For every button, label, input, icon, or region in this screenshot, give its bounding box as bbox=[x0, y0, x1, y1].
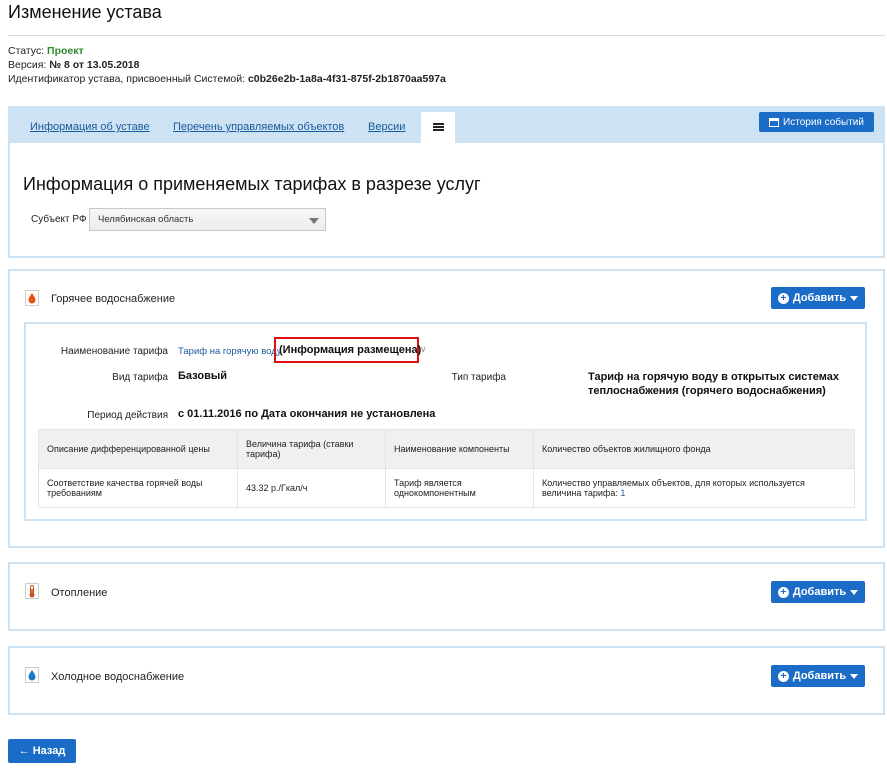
service-label-hot-water: Горячее водоснабжение bbox=[51, 293, 176, 305]
service-label-cold-water: Холодное водоснабжение bbox=[51, 671, 185, 683]
identifier-value: c0b26e2b-1a8a-4f31-875f-2b1870aa597a bbox=[247, 73, 446, 85]
tariff-type-label: Тип тарифа bbox=[451, 372, 506, 383]
back-label: Назад bbox=[32, 745, 66, 757]
arrow-left-icon: ← bbox=[18, 745, 30, 757]
tab-tariffs[interactable] bbox=[421, 111, 455, 145]
tariff-period-label: Период действия bbox=[87, 410, 168, 421]
chevron-down-icon bbox=[309, 218, 319, 224]
double-chevron-down-icon[interactable]: ∨ bbox=[420, 344, 427, 355]
list-icon bbox=[433, 123, 444, 133]
subject-select-value: Челябинская область bbox=[98, 214, 194, 225]
cell-component: Тариф является однокомпонентным bbox=[385, 468, 534, 508]
col-header-desc: Описание дифференцированной цены bbox=[38, 429, 238, 469]
tab-versions[interactable]: Версии bbox=[368, 121, 405, 133]
identifier-line: Идентификатор устава, присвоенный Систем… bbox=[8, 73, 446, 85]
plus-icon: + bbox=[777, 292, 789, 304]
event-history-label: История событий bbox=[783, 116, 864, 128]
page-title: Изменение устава bbox=[8, 2, 162, 22]
subject-label: Субъект РФ bbox=[31, 214, 87, 225]
tab-managed-objects[interactable]: Перечень управляемых объектов bbox=[173, 121, 344, 133]
add-hot-water-button[interactable]: + Добавить bbox=[771, 287, 865, 309]
identifier-label: Идентификатор устава, присвоенный Систем… bbox=[8, 73, 246, 85]
tariff-kind-value: Базовый bbox=[178, 370, 227, 382]
tariff-type-value: Тариф на горячую воду в открытых система… bbox=[588, 371, 839, 397]
cell-value: 43.32 р./Гкал/ч bbox=[237, 468, 386, 508]
status-label: Статус: bbox=[8, 45, 45, 57]
service-label-heating: Отопление bbox=[51, 587, 108, 599]
tab-charter-info[interactable]: Информация об уставе bbox=[30, 121, 150, 133]
col-header-value: Величина тарифа (ставки тарифа) bbox=[237, 429, 386, 469]
subject-select[interactable]: Челябинская область bbox=[89, 208, 326, 231]
drop-orange-icon bbox=[25, 290, 39, 306]
add-label: Добавить bbox=[792, 670, 847, 682]
title-divider bbox=[8, 35, 885, 36]
tariff-name-label: Наименование тарифа bbox=[60, 346, 168, 357]
col-header-component: Наименование компоненты bbox=[385, 429, 534, 469]
back-button[interactable]: ← Назад bbox=[8, 739, 76, 763]
cell-desc: Соответствие качества горячей воды требо… bbox=[38, 468, 238, 508]
add-label: Добавить bbox=[792, 292, 847, 304]
chevron-down-icon bbox=[850, 589, 859, 595]
col-header-count: Количество объектов жилищного фонда bbox=[533, 429, 855, 469]
status-line: Статус: Проект bbox=[8, 45, 84, 57]
plus-icon: + bbox=[777, 670, 789, 682]
tariff-name-link[interactable]: Тариф на горячую воду bbox=[178, 346, 282, 357]
tariff-period-value: с 01.11.2016 по Дата окончания не устано… bbox=[178, 408, 436, 420]
drop-blue-icon bbox=[25, 667, 39, 683]
add-label: Добавить bbox=[792, 586, 847, 598]
plus-icon: + bbox=[777, 586, 789, 598]
version-line: Версия: № 8 от 13.05.2018 bbox=[8, 59, 139, 71]
version-label: Версия: bbox=[8, 59, 47, 71]
service-panel-heating bbox=[8, 562, 885, 631]
chevron-down-icon bbox=[850, 673, 859, 679]
version-value: № 8 от 13.05.2018 bbox=[49, 59, 140, 71]
table-header-row: Описание дифференцированной цены Величин… bbox=[38, 429, 855, 469]
status-value: Проект bbox=[47, 45, 84, 57]
cell-count-text: Количество управляемых объектов, для кот… bbox=[542, 478, 805, 498]
add-cold-water-button[interactable]: + Добавить bbox=[771, 665, 865, 687]
count-link[interactable]: 1 bbox=[620, 488, 625, 498]
event-history-button[interactable]: История событий bbox=[759, 112, 874, 132]
table-row: Соответствие качества горячей воды требо… bbox=[38, 468, 855, 508]
tariff-status: (Информация размещена) bbox=[279, 344, 422, 356]
thermometer-icon bbox=[25, 583, 39, 599]
tariff-info-panel bbox=[8, 143, 885, 258]
tariff-kind-label: Вид тарифа bbox=[112, 372, 168, 383]
cell-count: Количество управляемых объектов, для кот… bbox=[533, 468, 855, 508]
calendar-icon bbox=[769, 117, 780, 127]
chevron-down-icon bbox=[850, 295, 859, 301]
add-heating-button[interactable]: + Добавить bbox=[771, 581, 865, 603]
section-title: Информация о применяемых тарифах в разре… bbox=[23, 174, 481, 194]
tariff-table: Описание дифференцированной цены Величин… bbox=[38, 429, 855, 508]
